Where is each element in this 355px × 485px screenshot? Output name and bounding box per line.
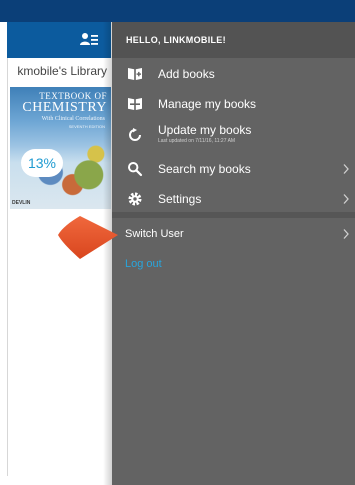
last-updated-text: Last updated on 7/11/16, 11:27 AM	[158, 138, 236, 144]
gear-icon	[128, 192, 142, 206]
app-screen: kmobile's Library TEXTBOOK OF CHEMISTRY …	[0, 0, 355, 485]
menu-label-add-books: Add books	[158, 67, 215, 81]
book-subtitle: With Clinical Correlations	[41, 116, 105, 122]
book-edition: SEVENTH EDITION	[68, 124, 105, 129]
pointer-arrow-icon	[58, 216, 118, 259]
status-bar	[0, 0, 355, 22]
refresh-icon	[129, 128, 141, 141]
chevron-right-icon	[343, 164, 349, 174]
manage-books-icon	[128, 98, 142, 110]
menu-label-update-books: Update my books	[158, 123, 252, 137]
menu-item-manage-books[interactable]: Manage my books	[112, 89, 355, 119]
menu-item-update-books[interactable]: Update my books Last updated on 7/11/16,…	[112, 120, 355, 150]
chevron-right-icon	[343, 194, 349, 204]
menu-label-settings: Settings	[158, 192, 202, 206]
reading-progress-badge: 13%	[21, 149, 63, 177]
user-list-icon[interactable]	[80, 32, 98, 48]
book-author: DEVLIN	[12, 200, 31, 206]
switch-user-label: Switch User	[125, 228, 184, 240]
chevron-right-icon	[343, 229, 349, 239]
menu-divider	[112, 212, 355, 218]
drawer-header: HELLO, LINKMOBILE!	[112, 22, 355, 58]
search-icon	[128, 162, 143, 177]
menu-label-manage-books: Manage my books	[158, 97, 257, 111]
library-header	[7, 22, 111, 58]
divider	[7, 58, 8, 476]
library-title: kmobile's Library	[17, 64, 107, 78]
add-book-icon	[128, 68, 142, 80]
menu-label-search-books: Search my books	[158, 162, 251, 176]
menu-item-add-books[interactable]: Add books	[112, 59, 355, 89]
logout-link[interactable]: Log out	[112, 252, 355, 276]
switch-user-button[interactable]: Switch User	[112, 220, 355, 248]
menu-item-settings[interactable]: Settings	[112, 184, 355, 214]
logout-label: Log out	[125, 258, 162, 270]
greeting: HELLO, LINKMOBILE!	[126, 35, 226, 45]
menu-item-search-books[interactable]: Search my books	[112, 154, 355, 184]
book-title-line2: CHEMISTRY	[22, 100, 107, 115]
side-drawer: HELLO, LINKMOBILE! Add books Manage my b…	[112, 22, 355, 485]
book-cover[interactable]: TEXTBOOK OF CHEMISTRY With Clinical Corr…	[10, 87, 111, 209]
